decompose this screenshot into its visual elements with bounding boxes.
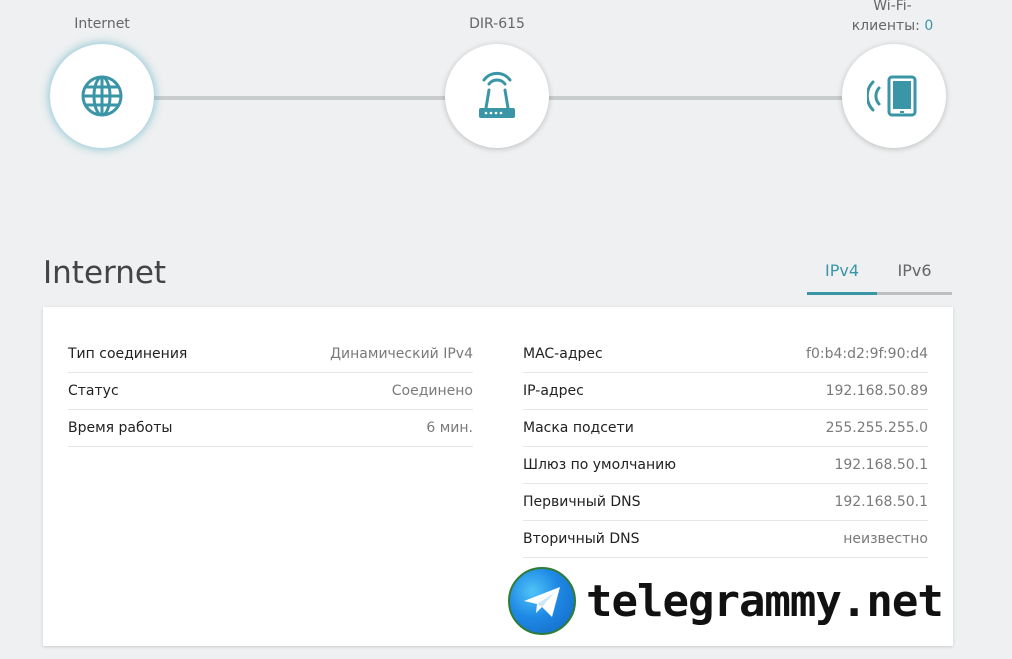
router-label: DIR-615 bbox=[469, 16, 525, 32]
ip-version-tabs: IPv4 IPv6 bbox=[807, 258, 952, 295]
row-value: 192.168.50.1 bbox=[834, 457, 928, 473]
info-row-mac: MAC-адрес f0:b4:d2:9f:90:d4 bbox=[523, 336, 928, 373]
telegram-logo-icon bbox=[508, 567, 576, 635]
internet-node[interactable] bbox=[50, 44, 154, 148]
connection-info-list: Тип соединения Динамический IPv4 Статус … bbox=[68, 336, 473, 447]
row-key: Время работы bbox=[68, 420, 173, 436]
row-value: 6 мин. bbox=[426, 420, 473, 436]
router-icon bbox=[479, 71, 515, 118]
info-row-uptime: Время работы 6 мин. bbox=[68, 410, 473, 447]
watermark: telegrammy.net bbox=[508, 567, 944, 635]
info-row-ip: IP-адрес 192.168.50.89 bbox=[523, 373, 928, 410]
info-row-connection-type: Тип соединения Динамический IPv4 bbox=[68, 336, 473, 373]
row-value: 192.168.50.89 bbox=[825, 383, 928, 399]
connector-router-wifi bbox=[549, 96, 842, 100]
row-value: 255.255.255.0 bbox=[825, 420, 928, 436]
router-node[interactable] bbox=[445, 44, 549, 148]
row-value: Соединено bbox=[391, 383, 473, 399]
tab-ipv6[interactable]: IPv6 bbox=[877, 258, 952, 295]
row-key: IP-адрес bbox=[523, 383, 584, 399]
info-row-secondary-dns: Вторичный DNS неизвестно bbox=[523, 521, 928, 558]
watermark-text: telegrammy.net bbox=[586, 575, 944, 627]
section-title: Internet bbox=[43, 255, 167, 291]
info-row-gateway: Шлюз по умолчанию 192.168.50.1 bbox=[523, 447, 928, 484]
row-key: Шлюз по умолчанию bbox=[523, 457, 677, 473]
wifi-clients-label: Wi-Fi- клиенты: 0 bbox=[851, 0, 934, 34]
connector-internet-router bbox=[154, 96, 447, 100]
wifi-tablet-icon bbox=[867, 75, 917, 117]
row-value: неизвестно bbox=[843, 531, 928, 547]
row-value: 192.168.50.1 bbox=[834, 494, 928, 510]
row-key: Маска подсети bbox=[523, 420, 634, 436]
row-key: Вторичный DNS bbox=[523, 531, 640, 547]
wifi-clients-count[interactable]: 0 bbox=[924, 18, 933, 34]
info-row-subnet-mask: Маска подсети 255.255.255.0 bbox=[523, 410, 928, 447]
row-value: f0:b4:d2:9f:90:d4 bbox=[806, 346, 928, 362]
row-key: Первичный DNS bbox=[523, 494, 641, 510]
wifi-clients-node[interactable] bbox=[842, 44, 946, 148]
row-key: Статус bbox=[68, 383, 119, 399]
globe-icon bbox=[81, 75, 123, 117]
network-info-list: MAC-адрес f0:b4:d2:9f:90:d4 IP-адрес 192… bbox=[523, 336, 928, 558]
tab-ipv4[interactable]: IPv4 bbox=[807, 258, 877, 295]
info-row-primary-dns: Первичный DNS 192.168.50.1 bbox=[523, 484, 928, 521]
row-key: MAC-адрес bbox=[523, 346, 603, 362]
row-key: Тип соединения bbox=[68, 346, 188, 362]
info-row-status: Статус Соединено bbox=[68, 373, 473, 410]
row-value: Динамический IPv4 bbox=[330, 346, 473, 362]
internet-label: Internet bbox=[74, 16, 130, 32]
